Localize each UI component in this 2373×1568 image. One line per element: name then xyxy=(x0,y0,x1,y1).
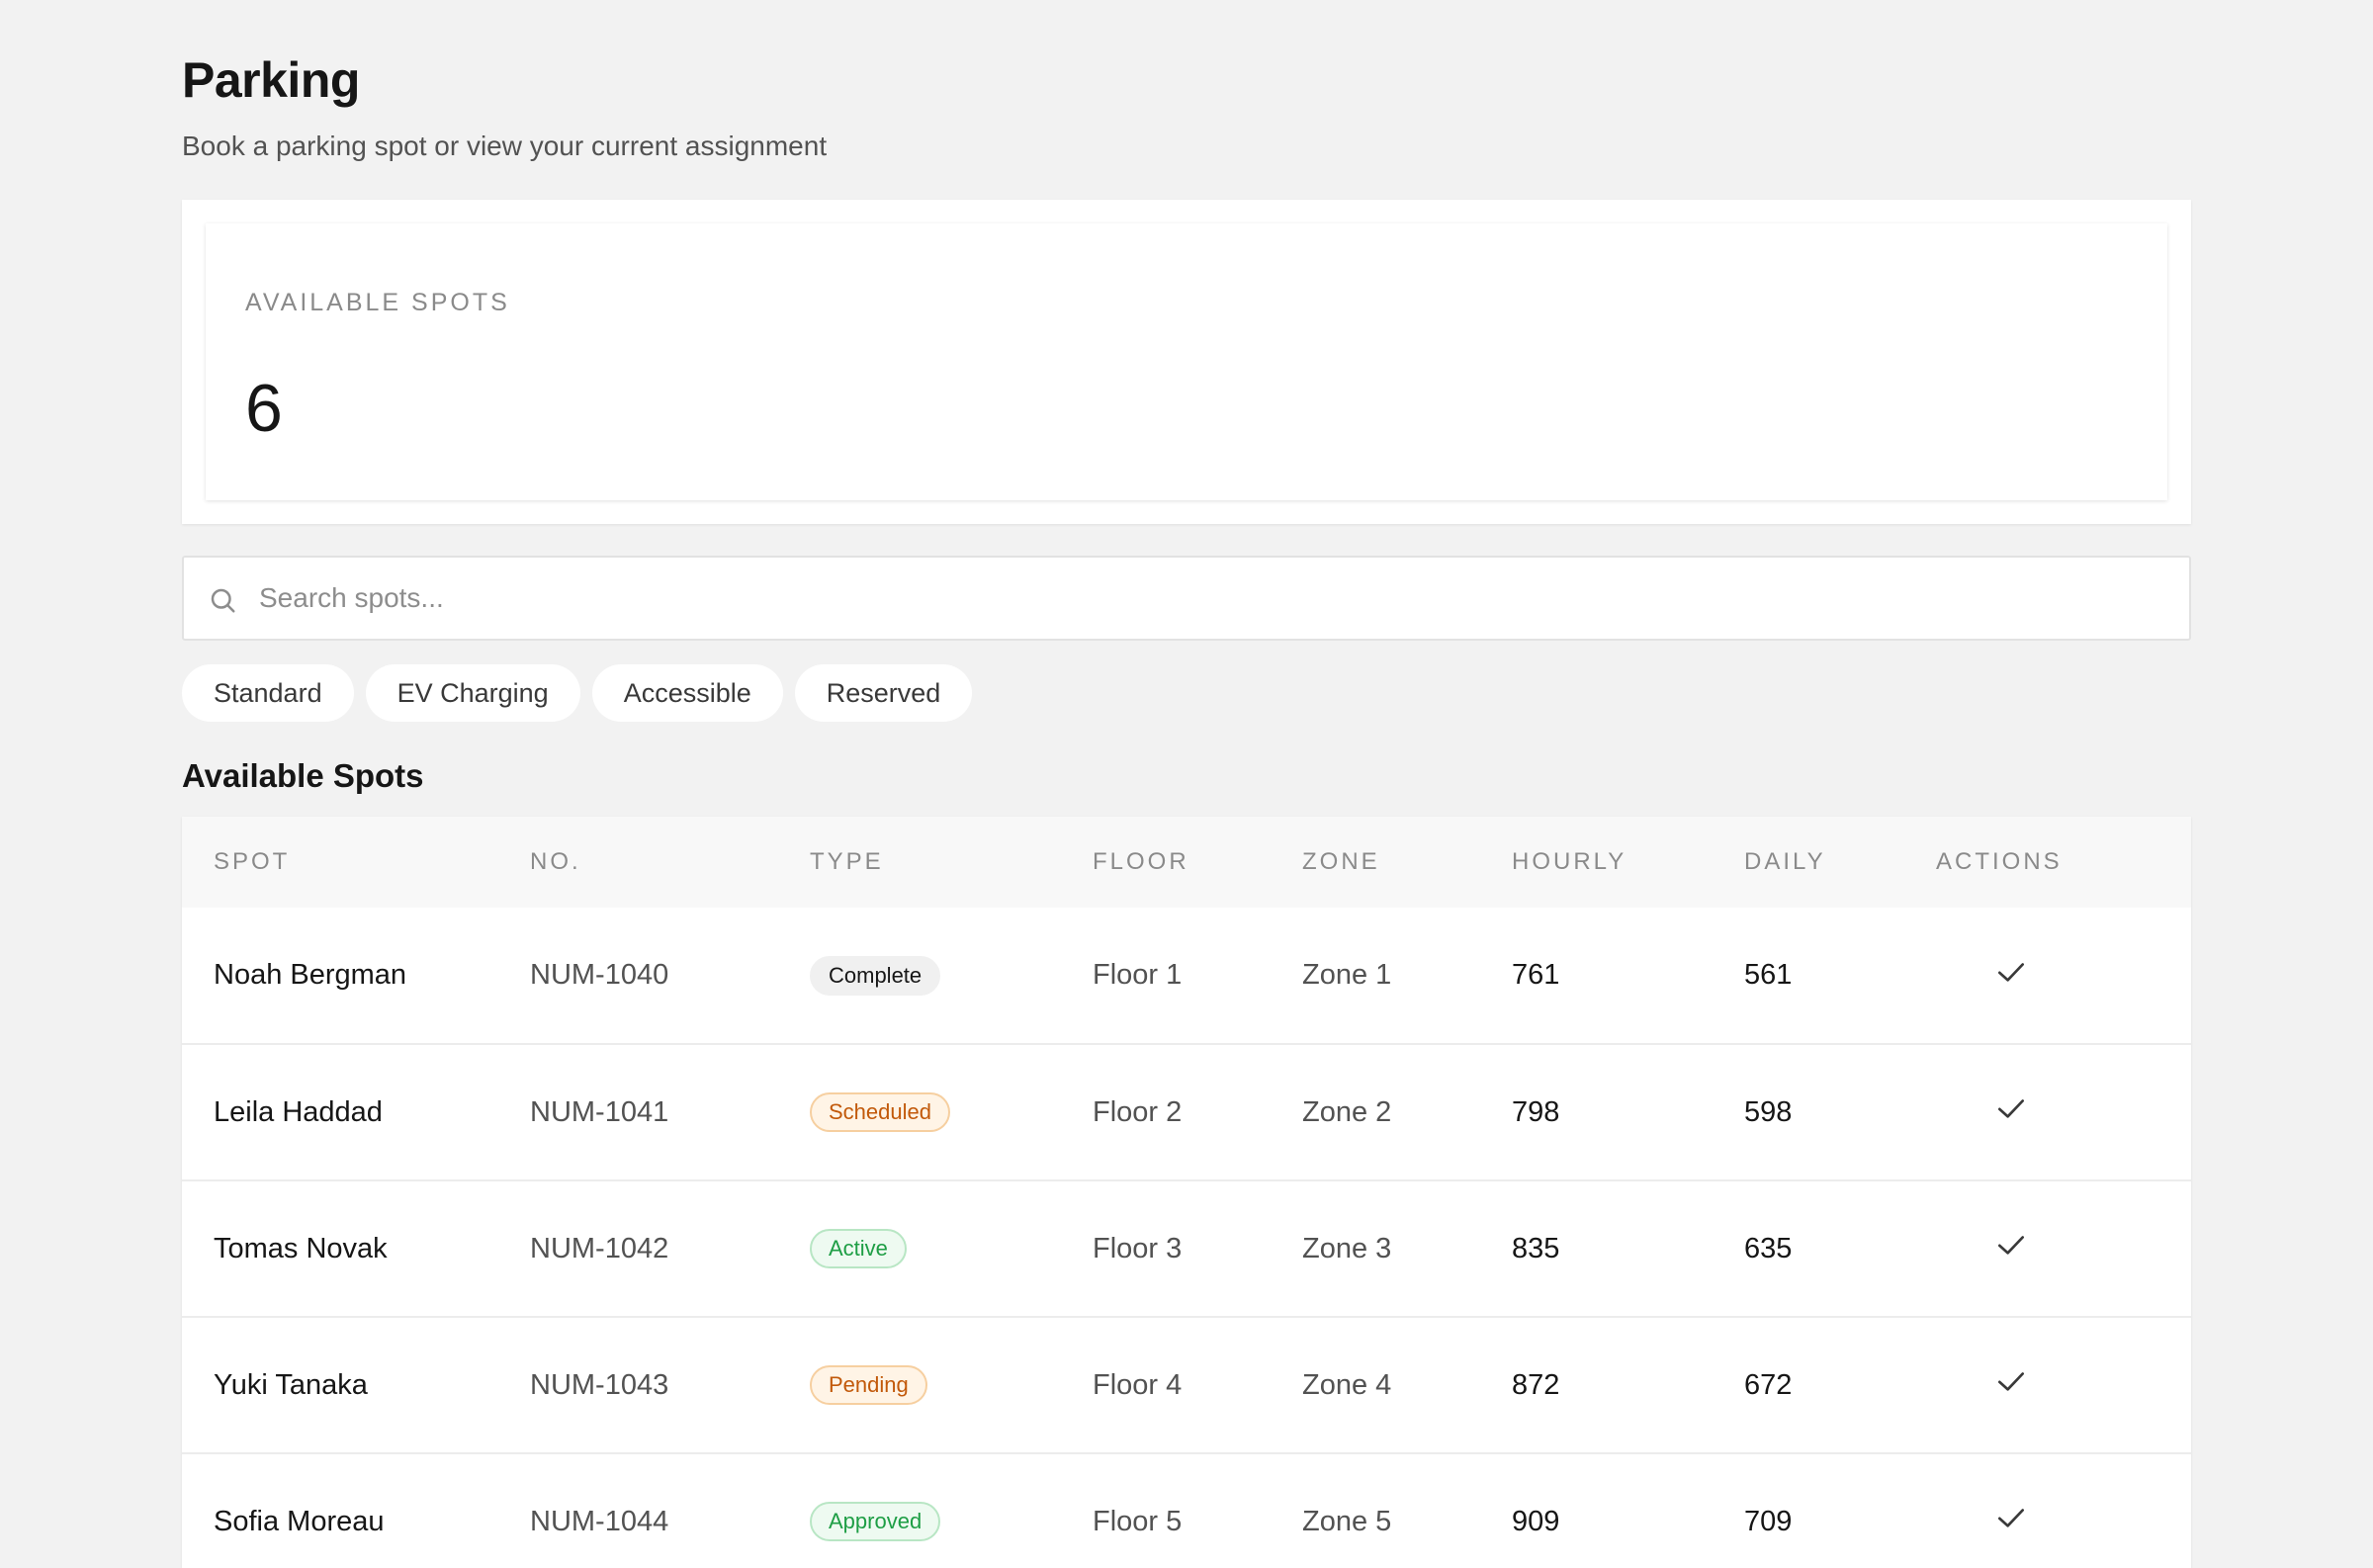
column-header-hourly[interactable]: HOURLY xyxy=(1512,817,1744,908)
table-row[interactable]: Noah Bergman NUM-1040 Complete Floor 1 Z… xyxy=(182,908,2191,1044)
stat-value: 6 xyxy=(245,371,283,446)
select-spot-button[interactable] xyxy=(1991,1498,2031,1537)
zone-cell: Zone 2 xyxy=(1302,1095,1392,1128)
column-header-floor[interactable]: FLOOR xyxy=(1093,817,1302,908)
check-icon xyxy=(1998,1236,2024,1255)
daily-cell: 598 xyxy=(1744,1095,1793,1128)
status-badge: Approved xyxy=(810,1502,941,1541)
filter-chip-reserved[interactable]: Reserved xyxy=(794,664,973,722)
hourly-cell: 761 xyxy=(1512,959,1560,991)
search-box xyxy=(182,556,2191,641)
number-cell: NUM-1043 xyxy=(530,1368,669,1401)
select-spot-button[interactable] xyxy=(1991,1089,2031,1128)
filter-chip-accessible[interactable]: Accessible xyxy=(591,664,783,722)
floor-cell: Floor 2 xyxy=(1093,1095,1183,1128)
status-badge: Active xyxy=(810,1229,907,1268)
column-header-zone[interactable]: ZONE xyxy=(1302,817,1512,908)
stat-panel: AVAILABLE SPOTS 6 xyxy=(182,200,2191,524)
check-icon xyxy=(1998,962,2024,982)
table-row[interactable]: Leila Haddad NUM-1041 Scheduled Floor 2 … xyxy=(182,1044,2191,1180)
page-title: Parking xyxy=(182,52,360,108)
status-badge: Pending xyxy=(810,1365,927,1405)
table-header-row: SPOT NO. TYPE FLOOR ZONE HOURLY DAILY AC… xyxy=(182,817,2191,908)
select-spot-button[interactable] xyxy=(1991,952,2031,992)
spots-table-card: SPOT NO. TYPE FLOOR ZONE HOURLY DAILY AC… xyxy=(182,817,2191,1568)
status-badge: Complete xyxy=(810,955,941,996)
table-row[interactable]: Tomas Novak NUM-1042 Active Floor 3 Zone… xyxy=(182,1180,2191,1317)
search-icon xyxy=(211,588,235,613)
zone-cell: Zone 3 xyxy=(1302,1232,1392,1264)
column-header-actions: ACTIONS xyxy=(1936,848,2063,875)
select-spot-button[interactable] xyxy=(1991,1225,2031,1264)
hourly-cell: 872 xyxy=(1512,1368,1560,1401)
filter-chips: Standard EV Charging Accessible Reserved xyxy=(182,664,973,722)
number-cell: NUM-1042 xyxy=(530,1232,669,1264)
spot-cell: Tomas Novak xyxy=(214,1232,388,1264)
column-header-daily[interactable]: DAILY xyxy=(1744,817,1936,908)
spot-cell: Yuki Tanaka xyxy=(214,1368,368,1401)
available-spots-card: AVAILABLE SPOTS 6 xyxy=(206,223,2167,500)
hourly-cell: 909 xyxy=(1512,1505,1560,1537)
floor-cell: Floor 1 xyxy=(1093,959,1183,991)
check-icon xyxy=(1998,1099,2024,1118)
number-cell: NUM-1041 xyxy=(530,1095,669,1128)
page-subtitle: Book a parking spot or view your current… xyxy=(182,131,828,161)
spot-cell: Leila Haddad xyxy=(214,1095,383,1128)
select-spot-button[interactable] xyxy=(1991,1361,2031,1401)
number-cell: NUM-1044 xyxy=(530,1505,669,1537)
hourly-cell: 835 xyxy=(1512,1232,1560,1264)
filter-chip-standard[interactable]: Standard xyxy=(182,664,354,722)
spot-cell: Noah Bergman xyxy=(214,959,407,991)
spot-cell: Sofia Moreau xyxy=(214,1505,385,1537)
column-header-no[interactable]: NO. xyxy=(530,817,810,908)
floor-cell: Floor 3 xyxy=(1093,1232,1183,1264)
floor-cell: Floor 4 xyxy=(1093,1368,1183,1401)
daily-cell: 561 xyxy=(1744,959,1793,991)
zone-cell: Zone 1 xyxy=(1302,959,1392,991)
status-badge: Scheduled xyxy=(810,1092,950,1132)
table-row[interactable]: Sofia Moreau NUM-1044 Approved Floor 5 Z… xyxy=(182,1453,2191,1568)
table-row[interactable]: Yuki Tanaka NUM-1043 Pending Floor 4 Zon… xyxy=(182,1317,2191,1453)
column-header-type[interactable]: TYPE xyxy=(810,817,1093,908)
daily-cell: 709 xyxy=(1744,1505,1793,1537)
column-header-spot[interactable]: SPOT xyxy=(182,817,530,908)
daily-cell: 672 xyxy=(1744,1368,1793,1401)
check-icon xyxy=(1998,1509,2024,1527)
number-cell: NUM-1040 xyxy=(530,959,669,991)
hourly-cell: 798 xyxy=(1512,1095,1560,1128)
daily-cell: 635 xyxy=(1744,1232,1793,1264)
filter-chip-ev-charging[interactable]: EV Charging xyxy=(365,664,580,722)
section-title: Available Spots xyxy=(182,757,424,794)
zone-cell: Zone 5 xyxy=(1302,1505,1392,1537)
floor-cell: Floor 5 xyxy=(1093,1505,1183,1537)
search-input[interactable] xyxy=(259,558,2167,639)
stat-label: AVAILABLE SPOTS xyxy=(245,289,510,316)
zone-cell: Zone 4 xyxy=(1302,1368,1392,1401)
spots-table: SPOT NO. TYPE FLOOR ZONE HOURLY DAILY AC… xyxy=(182,817,2191,1568)
check-icon xyxy=(1998,1372,2024,1391)
